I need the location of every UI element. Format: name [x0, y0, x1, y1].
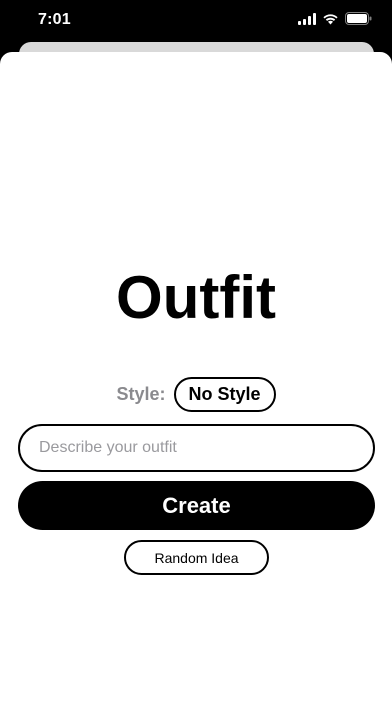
- style-label: Style:: [116, 384, 166, 404]
- style-selector-button[interactable]: No Style: [173, 377, 276, 412]
- status-time: 7:01: [38, 11, 71, 28]
- battery-icon: [345, 12, 372, 25]
- signal-icon: [298, 12, 316, 25]
- outfit-description-input[interactable]: [18, 424, 375, 472]
- create-button[interactable]: Create: [18, 481, 375, 530]
- random-idea-button[interactable]: Random Idea: [124, 540, 269, 575]
- status-bar: 7:01: [0, 0, 392, 44]
- page-title: Outfit: [116, 264, 276, 331]
- wifi-icon: [323, 13, 338, 24]
- style-row: Style: No Style: [0, 377, 392, 412]
- status-icons: [298, 12, 372, 25]
